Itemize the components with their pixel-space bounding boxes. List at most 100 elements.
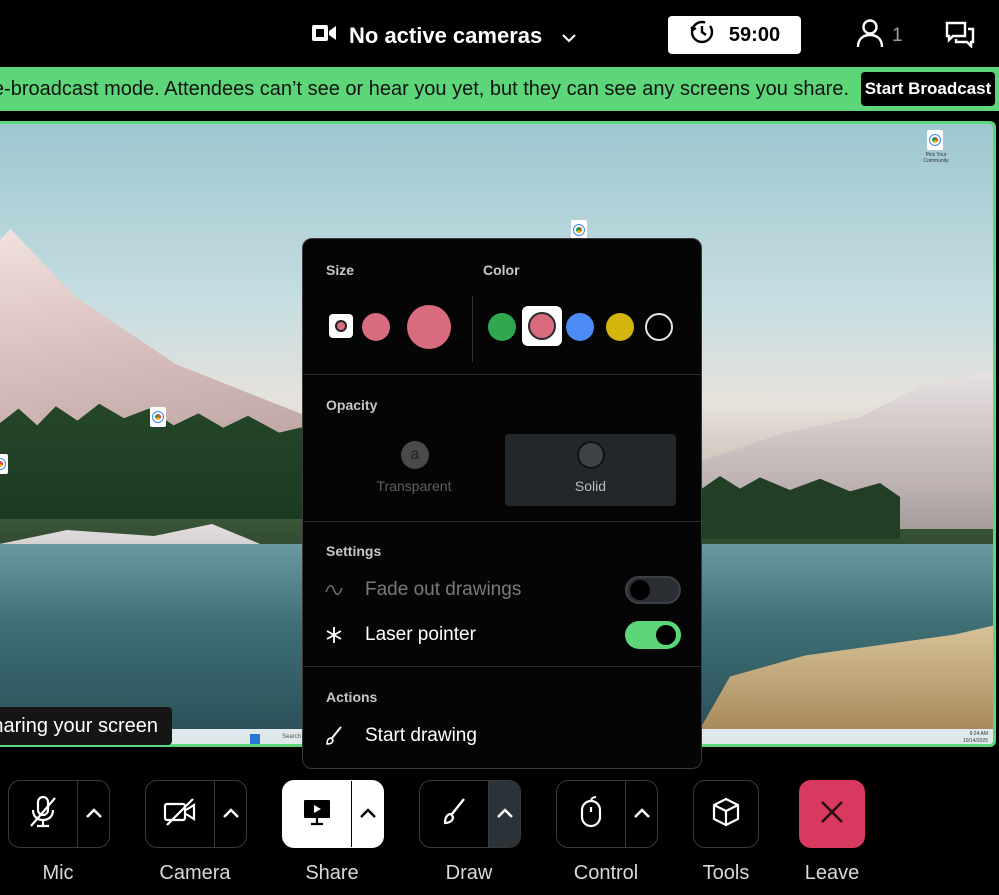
timer-value: 59:00 <box>728 23 781 46</box>
control-options-button[interactable] <box>625 781 657 847</box>
share-button[interactable] <box>283 781 351 847</box>
taskbar-date: 10/14/2025 <box>962 738 988 744</box>
laser-pointer-toggle[interactable] <box>625 621 681 649</box>
taskbar-clock: 9:24 AM 10/14/2025 <box>962 731 988 744</box>
chevron-up-icon <box>496 805 513 823</box>
mic-options-button[interactable] <box>77 781 109 847</box>
actions-section-title: Actions <box>326 689 378 705</box>
participants-button[interactable]: 1 <box>856 18 903 54</box>
leave-button[interactable] <box>799 780 865 848</box>
divider <box>303 374 701 375</box>
timer-badge[interactable]: 59:00 <box>668 16 801 54</box>
draw-button-group <box>419 780 521 848</box>
settings-section-title: Settings <box>326 543 382 559</box>
size-small-option[interactable] <box>329 314 353 338</box>
mic-off-icon <box>28 795 58 834</box>
person-icon <box>856 18 884 54</box>
color-blue-swatch[interactable] <box>566 313 594 341</box>
mouse-icon <box>580 795 602 833</box>
clock-history-icon <box>689 19 715 51</box>
cube-icon <box>711 797 741 832</box>
fade-out-drawings-toggle[interactable] <box>625 576 681 604</box>
camera-off-icon <box>163 797 197 831</box>
brush-icon <box>441 797 467 832</box>
action-label: Start drawing <box>365 725 477 746</box>
participant-count: 1 <box>892 25 903 46</box>
top-bar: No active cameras 59:00 1 <box>0 0 999 70</box>
banner-message: n pre-broadcast mode. Attendees can’t se… <box>0 78 849 100</box>
chat-button[interactable] <box>944 20 976 53</box>
start-broadcast-button[interactable]: Start Broadcast <box>861 72 995 106</box>
divider <box>303 521 701 522</box>
tools-label: Tools <box>702 862 750 884</box>
color-black-swatch[interactable] <box>645 313 673 341</box>
video-camera-icon <box>311 23 337 49</box>
draw-options-button[interactable] <box>488 781 520 847</box>
camera-label: Camera <box>159 862 231 884</box>
control-button[interactable] <box>557 781 625 847</box>
chevron-down-icon <box>562 23 576 49</box>
opacity-solid-option[interactable]: Solid <box>505 434 676 506</box>
size-medium-option[interactable] <box>362 313 390 341</box>
mic-button-group <box>8 780 110 848</box>
color-green-swatch[interactable] <box>488 313 516 341</box>
chevron-up-icon <box>359 805 376 823</box>
camera-button-group <box>145 780 247 848</box>
divider <box>472 296 473 362</box>
tools-icon-wrap <box>694 781 758 847</box>
fade-out-drawings-row: Fade out drawings <box>325 575 681 605</box>
chevron-up-icon <box>85 805 102 823</box>
taskbar-time: 9:24 AM <box>969 731 988 737</box>
windows-start-icon[interactable] <box>250 734 260 744</box>
draw-button[interactable] <box>420 781 488 847</box>
draw-options-menu: Size Color Opacity a Transparent Solid S… <box>302 238 702 769</box>
chrome-shortcut-icon[interactable] <box>927 130 943 150</box>
opacity-section-title: Opacity <box>326 397 378 413</box>
chrome-shortcut-icon[interactable] <box>571 220 587 240</box>
camera-status-text: No active cameras <box>349 23 543 48</box>
control-label: Control <box>573 862 639 884</box>
screen-share-icon <box>302 797 332 832</box>
leave-icon-wrap <box>800 781 864 847</box>
size-large-option[interactable] <box>407 305 451 349</box>
mic-button[interactable] <box>9 781 77 847</box>
asterisk-icon <box>325 626 365 644</box>
color-pink-swatch[interactable] <box>522 306 562 346</box>
laser-pointer-row: Laser pointer <box>325 620 681 650</box>
camera-options-button[interactable] <box>214 781 246 847</box>
color-yellow-swatch[interactable] <box>606 313 634 341</box>
camera-button[interactable] <box>146 781 214 847</box>
control-button-group <box>556 780 658 848</box>
draw-label: Draw <box>445 862 493 884</box>
chrome-shortcut-icon[interactable] <box>150 407 166 427</box>
opacity-transparent-option[interactable]: a Transparent <box>329 434 499 506</box>
share-button-group <box>282 780 384 848</box>
leave-label: Leave <box>804 862 860 884</box>
chevron-up-icon <box>222 805 239 823</box>
chevron-up-icon <box>633 805 650 823</box>
mic-label: Mic <box>42 862 74 884</box>
share-label: Share <box>305 862 359 884</box>
taskbar-search[interactable]: Search <box>282 734 301 740</box>
close-icon <box>820 800 844 829</box>
squiggle-icon <box>325 584 365 596</box>
size-section-title: Size <box>326 262 355 278</box>
sharing-status-text: haring your screen <box>0 715 158 737</box>
solid-circle-icon <box>577 441 605 469</box>
tools-button[interactable] <box>693 780 759 848</box>
chrome-shortcut-icon[interactable] <box>0 454 8 474</box>
color-section-title: Color <box>483 262 520 278</box>
pre-broadcast-banner: n pre-broadcast mode. Attendees can’t se… <box>0 67 999 111</box>
opacity-option-label: Solid <box>574 478 607 494</box>
setting-label: Fade out drawings <box>365 579 522 600</box>
setting-label: Laser pointer <box>365 624 476 645</box>
sharing-status-label: haring your screen <box>0 707 172 745</box>
divider <box>303 666 701 667</box>
share-options-button[interactable] <box>351 781 383 847</box>
camera-status-dropdown[interactable]: No active cameras <box>311 20 576 52</box>
chat-bubbles-icon <box>944 21 976 52</box>
transparent-glyph-icon: a <box>401 441 429 469</box>
desktop-icon-label: Pick Your Community <box>923 152 949 164</box>
start-drawing-action[interactable]: Start drawing <box>325 721 681 751</box>
opacity-option-label: Transparent <box>376 478 452 494</box>
